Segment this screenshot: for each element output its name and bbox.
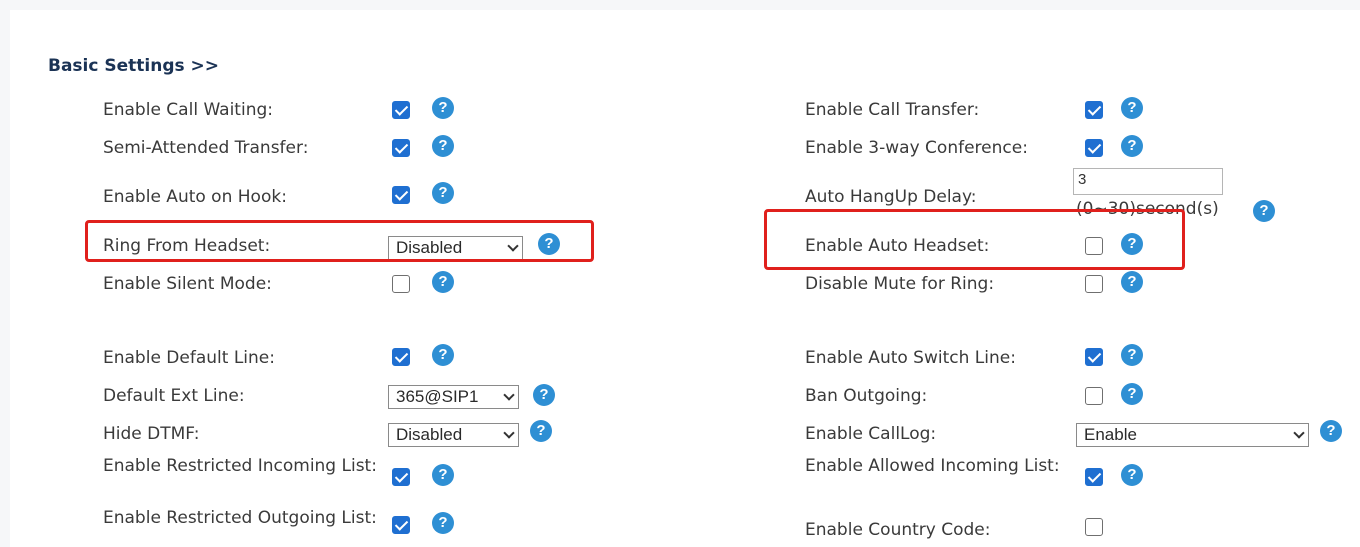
- silent-mode-checkbox[interactable]: [392, 275, 410, 293]
- help-icon[interactable]: ?: [530, 420, 552, 442]
- auto-hangup-delay-label: Auto HangUp Delay:: [805, 187, 977, 207]
- auto-switch-line-checkbox[interactable]: [1085, 348, 1103, 366]
- section-title: Basic Settings >>: [48, 56, 220, 76]
- calllog-select[interactable]: Enable: [1076, 423, 1309, 447]
- help-icon[interactable]: ?: [1320, 420, 1342, 442]
- hide-dtmf-select[interactable]: Disabled: [388, 423, 519, 447]
- auto-on-hook-label: Enable Auto on Hook:: [103, 187, 287, 207]
- restricted-incoming-checkbox[interactable]: [392, 468, 410, 486]
- three-way-conference-checkbox[interactable]: [1085, 139, 1103, 157]
- country-code-checkbox[interactable]: [1085, 518, 1103, 536]
- help-icon[interactable]: ?: [432, 97, 454, 119]
- auto-hangup-delay-value: 3: [1078, 171, 1087, 188]
- restricted-incoming-label: Enable Restricted Incoming List:: [103, 456, 377, 476]
- help-icon[interactable]: ?: [432, 344, 454, 366]
- highlight-box-auto-headset: [764, 209, 1185, 270]
- ban-outgoing-label: Ban Outgoing:: [805, 386, 928, 406]
- country-code-label: Enable Country Code:: [805, 520, 991, 540]
- help-icon[interactable]: ?: [432, 512, 454, 534]
- calllog-label: Enable CallLog:: [805, 424, 937, 444]
- disable-mute-ring-label: Disable Mute for Ring:: [805, 274, 995, 294]
- disable-mute-ring-checkbox[interactable]: [1085, 275, 1103, 293]
- three-way-conference-label: Enable 3-way Conference:: [805, 138, 1028, 158]
- restricted-outgoing-checkbox[interactable]: [392, 516, 410, 534]
- ban-outgoing-checkbox[interactable]: [1085, 387, 1103, 405]
- auto-on-hook-checkbox[interactable]: [392, 186, 410, 204]
- help-icon[interactable]: ?: [432, 135, 454, 157]
- call-waiting-label: Enable Call Waiting:: [103, 100, 273, 120]
- help-icon[interactable]: ?: [1121, 344, 1143, 366]
- help-icon[interactable]: ?: [1253, 200, 1275, 222]
- allowed-incoming-checkbox[interactable]: [1085, 468, 1103, 486]
- restricted-outgoing-label: Enable Restricted Outgoing List:: [103, 508, 377, 528]
- highlight-box-ring-from-headset: [85, 220, 594, 262]
- hide-dtmf-value: Disabled: [396, 425, 463, 444]
- help-icon[interactable]: ?: [1121, 135, 1143, 157]
- calllog-value: Enable: [1084, 425, 1137, 444]
- help-icon[interactable]: ?: [1121, 271, 1143, 293]
- allowed-incoming-label: Enable Allowed Incoming List:: [805, 456, 1060, 476]
- auto-switch-line-label: Enable Auto Switch Line:: [805, 348, 1016, 368]
- default-line-label: Enable Default Line:: [103, 348, 275, 368]
- help-icon[interactable]: ?: [432, 271, 454, 293]
- help-icon[interactable]: ?: [432, 464, 454, 486]
- chevron-down-icon: [503, 389, 515, 401]
- default-ext-line-label: Default Ext Line:: [103, 386, 245, 406]
- call-transfer-label: Enable Call Transfer:: [805, 100, 980, 120]
- help-icon[interactable]: ?: [533, 384, 555, 406]
- call-waiting-checkbox[interactable]: [392, 101, 410, 119]
- semi-attended-transfer-checkbox[interactable]: [392, 139, 410, 157]
- hide-dtmf-label: Hide DTMF:: [103, 424, 200, 444]
- semi-attended-transfer-label: Semi-Attended Transfer:: [103, 138, 309, 158]
- chevron-down-icon: [1293, 427, 1305, 439]
- default-line-checkbox[interactable]: [392, 348, 410, 366]
- default-ext-line-select[interactable]: 365@SIP1: [388, 385, 519, 409]
- silent-mode-label: Enable Silent Mode:: [103, 274, 272, 294]
- help-icon[interactable]: ?: [1121, 383, 1143, 405]
- chevron-down-icon: [503, 427, 515, 439]
- auto-hangup-delay-input[interactable]: 3: [1073, 168, 1223, 195]
- default-ext-line-value: 365@SIP1: [396, 387, 479, 406]
- help-icon[interactable]: ?: [432, 182, 454, 204]
- call-transfer-checkbox[interactable]: [1085, 101, 1103, 119]
- help-icon[interactable]: ?: [1121, 97, 1143, 119]
- help-icon[interactable]: ?: [1121, 464, 1143, 486]
